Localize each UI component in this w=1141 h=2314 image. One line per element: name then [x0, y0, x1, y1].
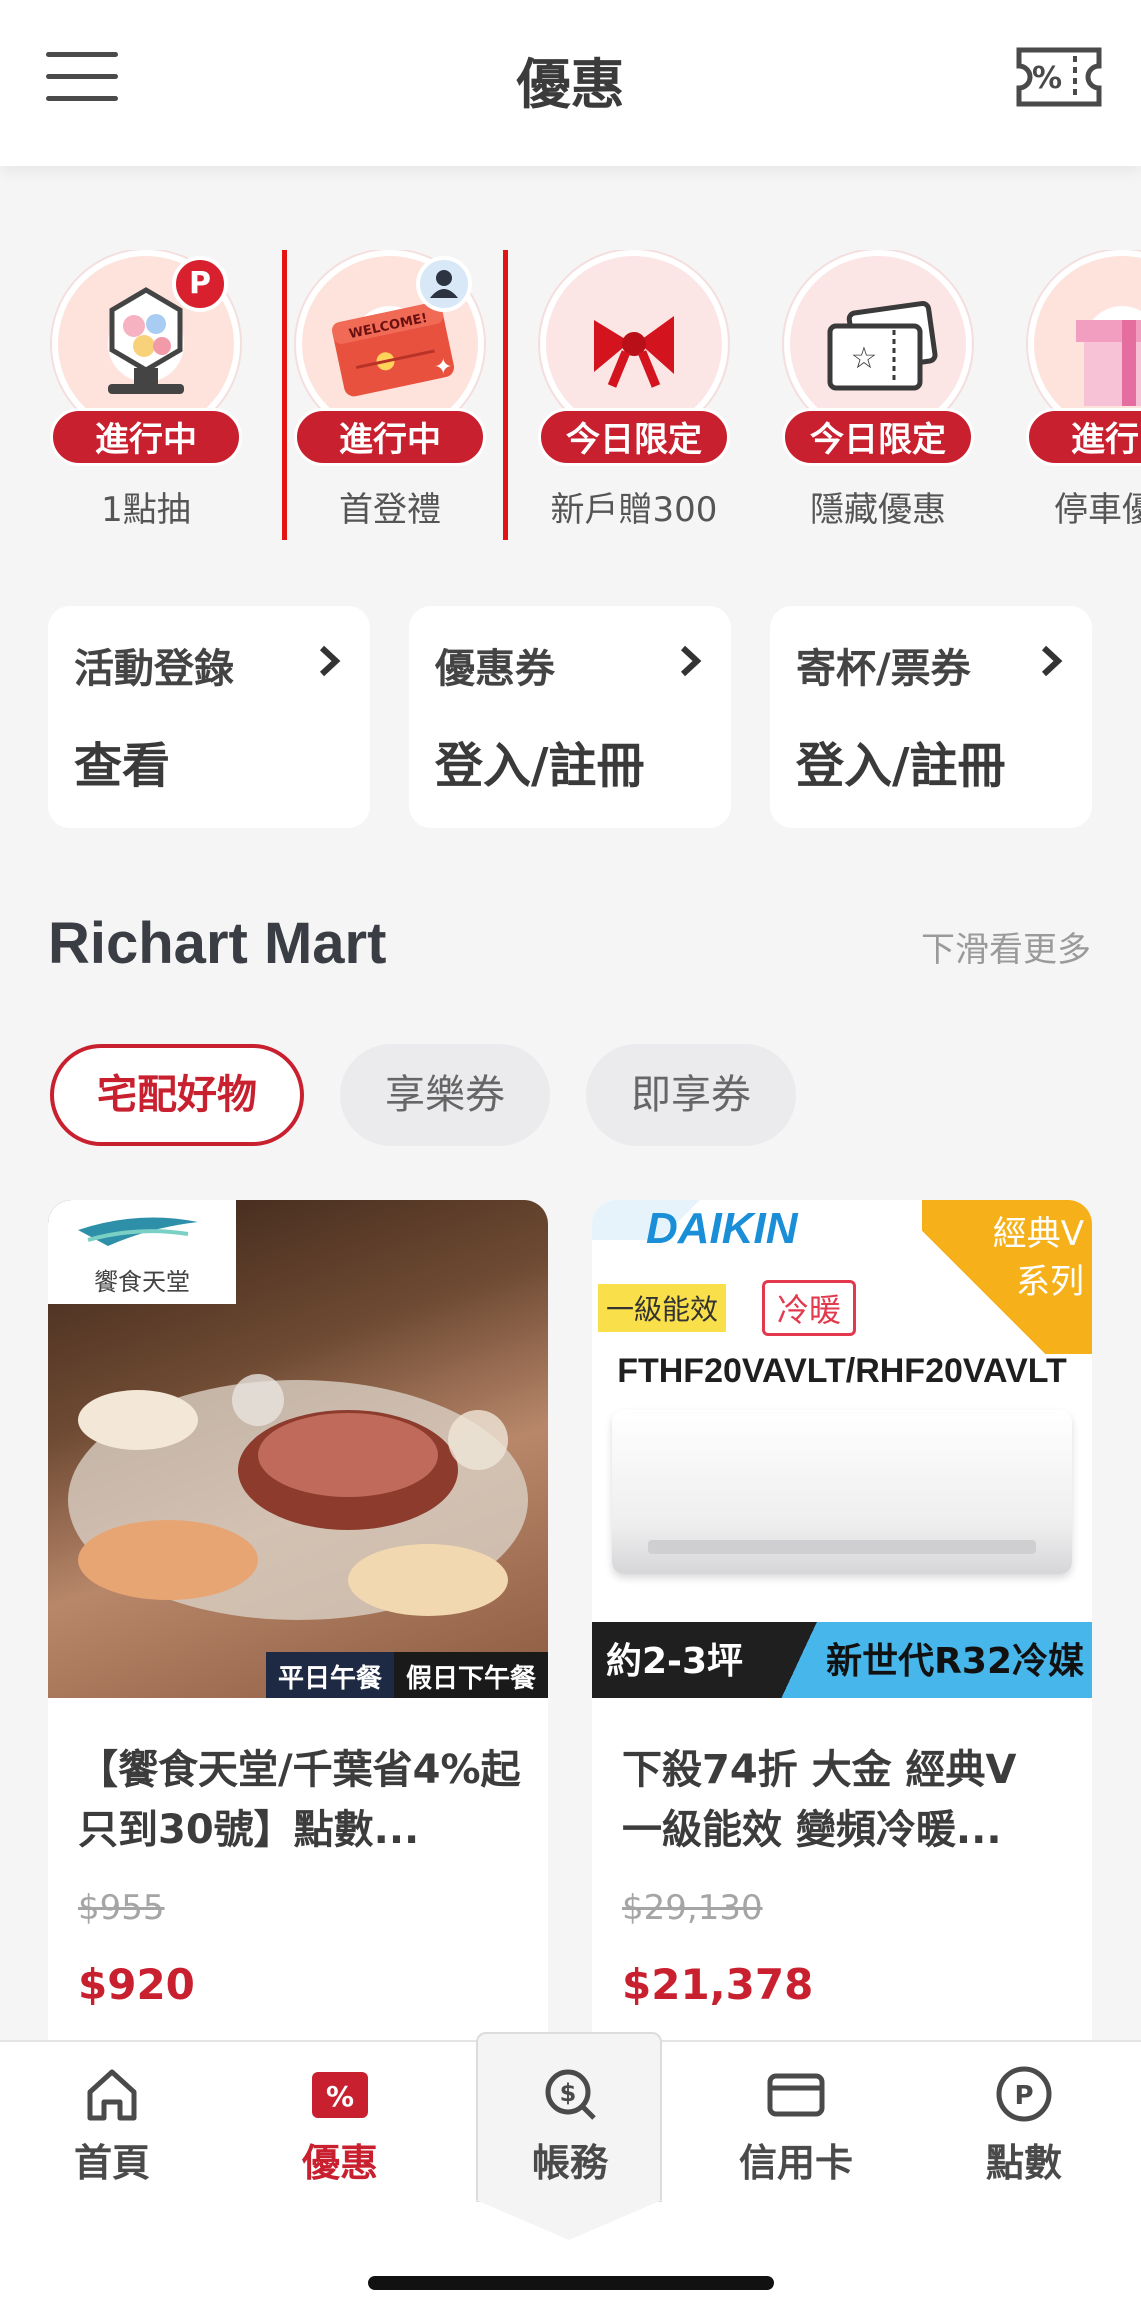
- meal-tags: 平日午餐 假日下午餐: [265, 1652, 548, 1698]
- home-indicator: [368, 2276, 774, 2290]
- svg-text:☆: ☆: [851, 341, 878, 376]
- sale-price: $920: [78, 1960, 195, 2009]
- story-hidden-offers[interactable]: ☆ 今日限定 隱藏優惠: [778, 250, 978, 540]
- sale-price: $21,378: [622, 1960, 814, 2009]
- chevron-right-icon: [1041, 645, 1063, 677]
- story-status-badge: 進行中: [1026, 408, 1141, 466]
- story-lucky-draw[interactable]: P 進行中 1點抽: [46, 250, 246, 540]
- chip-instant-vouchers[interactable]: 即享券: [586, 1044, 796, 1146]
- credit-card-icon: [767, 2073, 825, 2117]
- story-label: 停車優惠: [1054, 490, 1141, 530]
- page-title: 優惠: [516, 53, 625, 116]
- product-card[interactable]: 饗食天堂 平日午餐 假日下午餐 【饗食天堂/千葉省4%起 只到30號】點數...…: [48, 1200, 548, 2040]
- scroll-hint: 下滑看更多: [921, 930, 1091, 970]
- tag-weekday-lunch: 平日午餐: [265, 1652, 394, 1698]
- energy-label: 一級能效: [598, 1284, 727, 1332]
- original-price: $955: [78, 1888, 165, 1928]
- quick-link-title: 優惠券: [435, 646, 555, 692]
- chevron-right-icon: [680, 645, 702, 677]
- product-name: 【饗食天堂/千葉省4%起 只到30號】點數...: [78, 1747, 521, 1853]
- mode-label: 冷暖: [762, 1280, 857, 1336]
- tag-weekend-tea: 假日下午餐: [393, 1652, 548, 1698]
- quick-link-title: 寄杯/票券: [796, 646, 971, 692]
- quick-link-value: 登入/註冊: [435, 738, 645, 794]
- room-size-label: 約2-3坪: [606, 1641, 744, 1682]
- brand-name: 饗食天堂: [94, 1268, 190, 1296]
- story-label: 隱藏優惠: [810, 490, 946, 530]
- tab-offers[interactable]: % 優惠: [250, 2062, 430, 2187]
- quick-link-value: 查看: [74, 738, 171, 794]
- quick-link-title: 活動登錄: [74, 646, 234, 692]
- tab-label: 首頁: [73, 2141, 150, 2185]
- product-name: 下殺74折 大金 經典V 一級能效 變頻冷暖...: [622, 1747, 1017, 1853]
- product-image-buffet: 饗食天堂 平日午餐 假日下午餐: [48, 1200, 548, 1698]
- story-parking-offers[interactable]: 進行中 停車優惠: [1022, 250, 1141, 540]
- points-icon: P: [996, 2066, 1052, 2122]
- quick-link-activity-registration[interactable]: 活動登錄 查看: [48, 606, 370, 828]
- top-header: 優惠 %: [0, 0, 1141, 166]
- tab-home[interactable]: 首頁: [22, 2062, 202, 2187]
- coupon-icon[interactable]: %: [1015, 46, 1103, 108]
- tab-credit-card[interactable]: 信用卡: [706, 2062, 886, 2187]
- daikin-logo: DAIKIN: [646, 1204, 798, 1253]
- svg-text:$: $: [560, 2079, 577, 2107]
- story-status-badge: 進行中: [50, 408, 242, 466]
- billing-icon: $: [545, 2069, 596, 2120]
- svg-text:%: %: [326, 2080, 354, 2113]
- ac-unit-illustration: [612, 1410, 1072, 1574]
- tab-label: 點數: [985, 2141, 1062, 2185]
- story-status-badge: 今日限定: [782, 408, 974, 466]
- chevron-right-icon: [319, 645, 341, 677]
- product-image-daikin-ac: DAIKIN 經典V系列 一級能效 冷暖 FTHF20VAVLT/RHF20VA…: [592, 1200, 1092, 1698]
- section-title: Richart Mart: [48, 911, 387, 976]
- story-new-user-300[interactable]: 今日限定 新戶贈300: [534, 250, 734, 540]
- model-number: FTHF20VAVLT/RHF20VAVLT: [617, 1352, 1067, 1390]
- quick-link-value: 登入/註冊: [796, 738, 1006, 794]
- promo-stories: P 進行中 1點抽 WELCOME! ✦ 進行中 首登禮 今日限定 新戶贈300…: [0, 250, 1141, 540]
- chip-entertainment-vouchers[interactable]: 享樂券: [340, 1044, 550, 1146]
- tab-label: 信用卡: [738, 2141, 853, 2185]
- bottom-tab-bar: 首頁 % 優惠 $ 帳務 信用卡 P 點數: [0, 2032, 1141, 2314]
- discount-icon: %: [312, 2072, 368, 2118]
- chip-home-delivery[interactable]: 宅配好物: [50, 1044, 304, 1146]
- svg-text:P: P: [1014, 2081, 1033, 2111]
- svg-text:%: %: [1032, 61, 1062, 96]
- original-price: $29,130: [622, 1888, 763, 1928]
- home-icon: [87, 2069, 137, 2121]
- selection-highlight: [282, 250, 508, 540]
- quick-link-coupons[interactable]: 優惠券 登入/註冊: [409, 606, 731, 828]
- points-badge-icon: P: [172, 256, 228, 312]
- tab-label: 帳務: [531, 2141, 608, 2185]
- tab-label: 優惠: [301, 2141, 378, 2185]
- story-label: 1點抽: [101, 490, 191, 530]
- tab-billing[interactable]: $ 帳務: [480, 2062, 660, 2187]
- quick-link-tickets[interactable]: 寄杯/票券 登入/註冊: [770, 606, 1092, 828]
- story-label: 新戶贈300: [550, 490, 718, 530]
- refrigerant-label: 新世代R32冷媒: [826, 1641, 1084, 1682]
- story-status-badge: 今日限定: [538, 408, 730, 466]
- product-card[interactable]: DAIKIN 經典V系列 一級能效 冷暖 FTHF20VAVLT/RHF20VA…: [592, 1200, 1092, 2040]
- series-label: 經典V系列: [992, 1214, 1084, 1302]
- tab-points[interactable]: P 點數: [934, 2062, 1114, 2187]
- brand-logo: 饗食天堂: [48, 1200, 236, 1304]
